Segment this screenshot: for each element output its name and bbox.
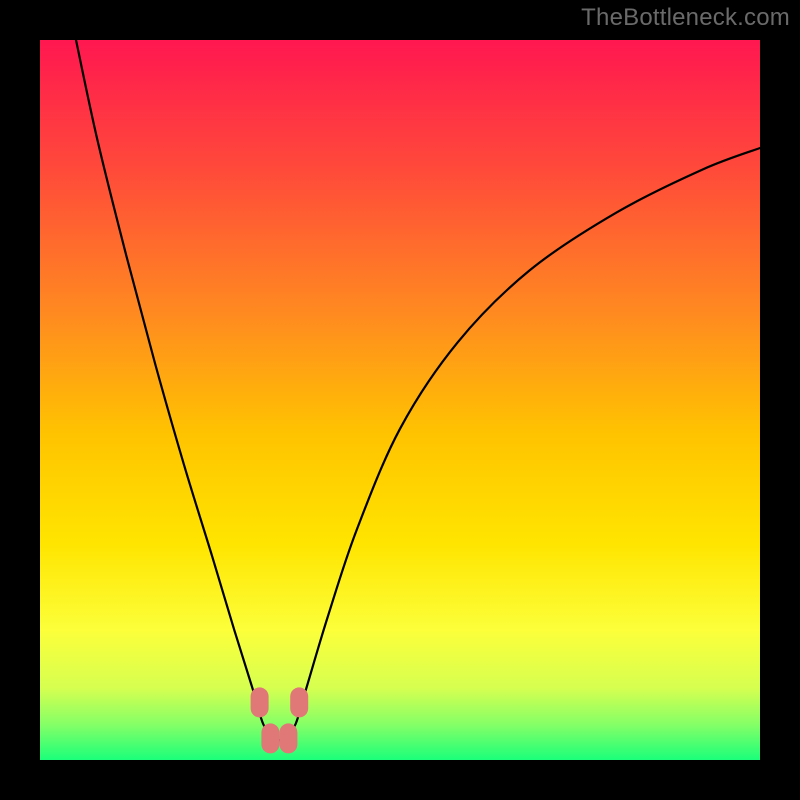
chart-canvas (40, 40, 760, 760)
dip-right-bot-marker (279, 723, 297, 753)
dip-right-top-marker (290, 687, 308, 717)
dip-left-top-marker (251, 687, 269, 717)
gradient-background (40, 40, 760, 760)
watermark-text: TheBottleneck.com (581, 4, 790, 32)
chart-frame: TheBottleneck.com (0, 0, 800, 800)
dip-left-bot-marker (261, 723, 279, 753)
